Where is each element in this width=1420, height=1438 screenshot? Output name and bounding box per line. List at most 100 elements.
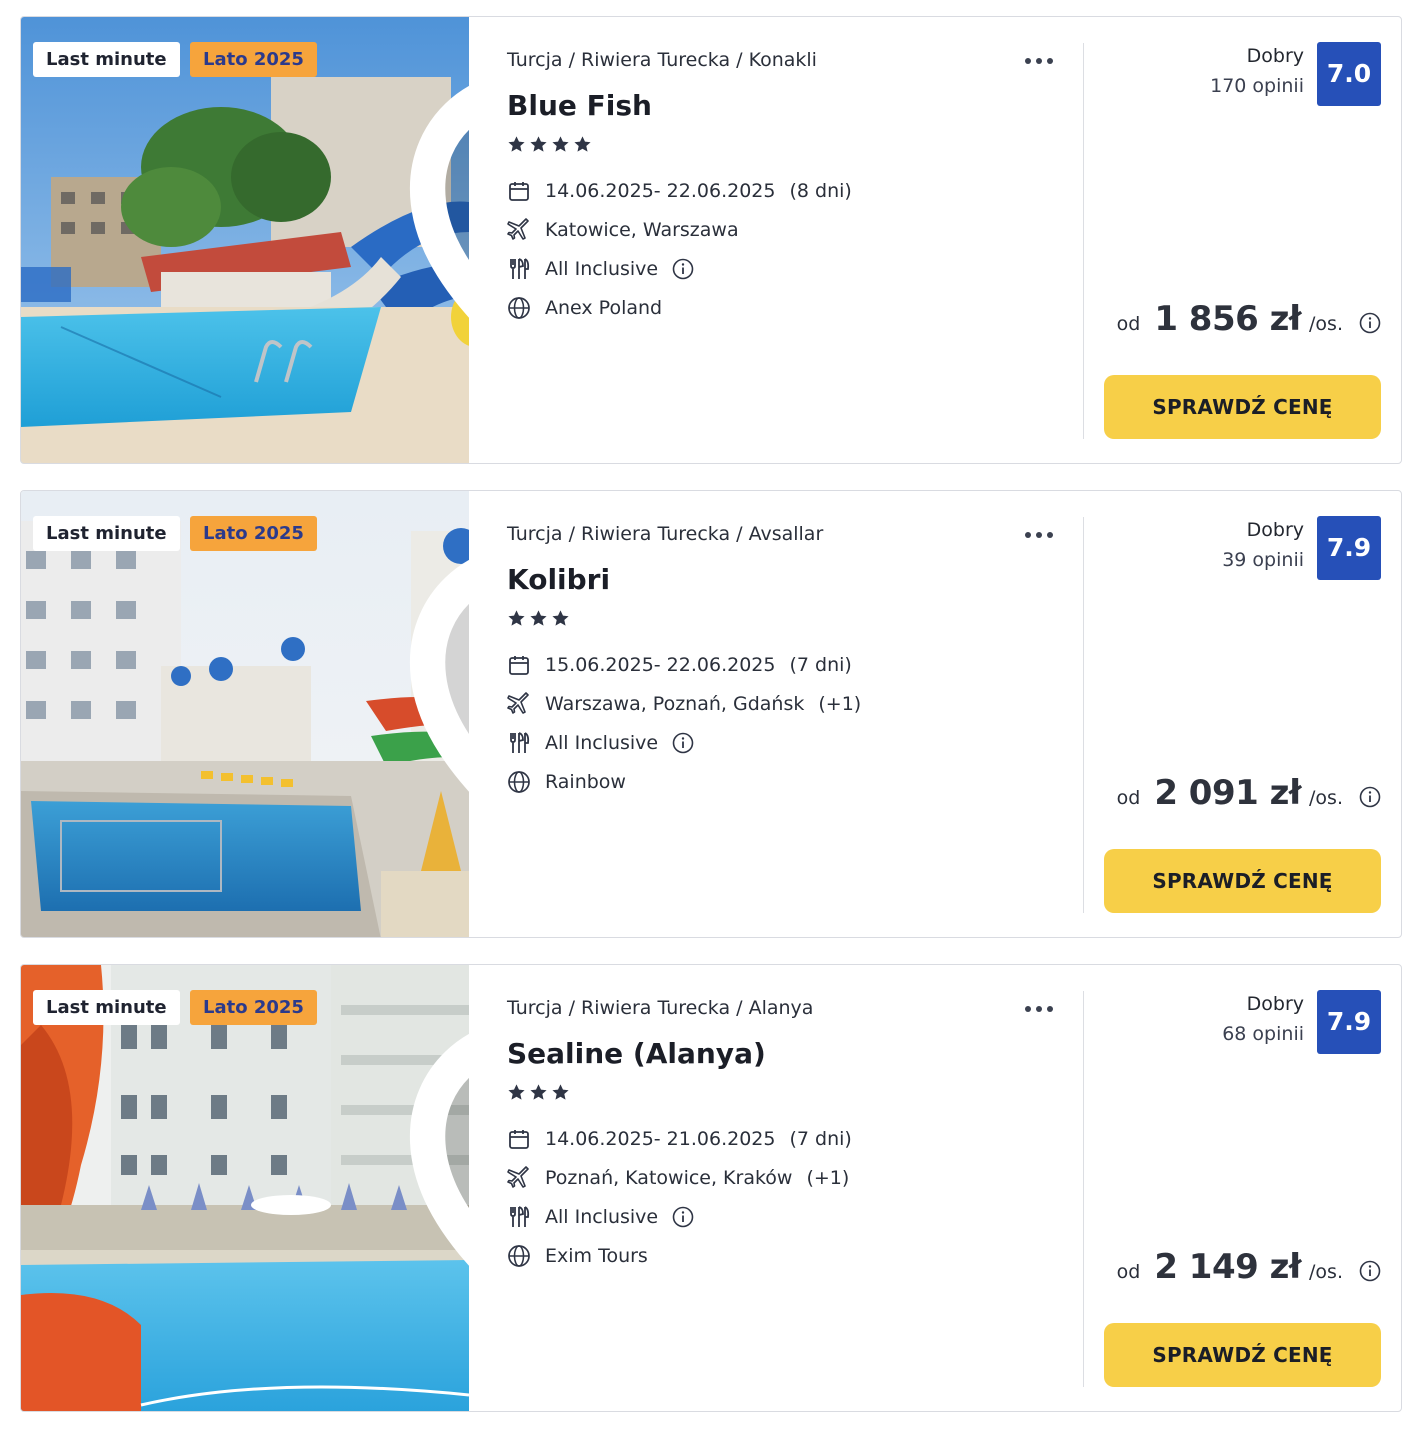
operator-text: Exim Tours bbox=[545, 1245, 648, 1267]
price-amount: 2 091 zł bbox=[1154, 773, 1302, 813]
calendar-icon bbox=[507, 653, 531, 677]
star-icon bbox=[508, 136, 525, 152]
price-prefix: od bbox=[1116, 1261, 1141, 1283]
info-icon[interactable] bbox=[672, 732, 694, 754]
dates-text: 14.06.2025- 21.06.2025 bbox=[545, 1128, 776, 1150]
cutlery-icon bbox=[507, 1205, 531, 1229]
departures-row: Poznań, Katowice, Kraków (+1) bbox=[507, 1166, 849, 1190]
price-amount: 2 149 zł bbox=[1154, 1247, 1302, 1287]
board-row: All Inclusive bbox=[507, 257, 694, 281]
hotel-photo-pool-scene bbox=[21, 491, 469, 937]
score-badge: 7.9 bbox=[1317, 516, 1381, 580]
star-rating bbox=[507, 135, 592, 154]
price-amount: 1 856 zł bbox=[1154, 299, 1302, 339]
star-icon bbox=[508, 610, 525, 626]
star-icon bbox=[552, 1084, 569, 1100]
dates-text: 14.06.2025- 22.06.2025 bbox=[545, 180, 776, 202]
star-rating bbox=[507, 1083, 570, 1102]
more-dots-icon[interactable] bbox=[1021, 51, 1057, 71]
more-dots-icon[interactable] bbox=[1021, 525, 1057, 545]
star-icon bbox=[552, 610, 569, 626]
dates-row: 15.06.2025- 22.06.2025 (7 dni) bbox=[507, 653, 852, 677]
globe-icon bbox=[507, 770, 531, 794]
reviews-count[interactable]: 68 opinii bbox=[1222, 1023, 1304, 1045]
last-minute-badge: Last minute bbox=[33, 516, 180, 551]
reviews-count[interactable]: 39 opinii bbox=[1222, 549, 1304, 571]
hotel-name[interactable]: Sealine (Alanya) bbox=[507, 1037, 766, 1070]
info-icon[interactable] bbox=[1359, 786, 1381, 808]
departures-text: Poznań, Katowice, Kraków bbox=[545, 1167, 793, 1189]
offer-info: Turcja / Riwiera Turecka / Konakli Blue … bbox=[507, 17, 1077, 463]
heart-icon[interactable] bbox=[404, 41, 469, 318]
duration-text: (8 dni) bbox=[789, 180, 852, 202]
departures-extra[interactable]: (+1) bbox=[806, 1167, 849, 1189]
check-price-button[interactable]: SPRAWDŹ CENĘ bbox=[1104, 849, 1381, 913]
score-badge: 7.0 bbox=[1317, 42, 1381, 106]
duration-text: (7 dni) bbox=[789, 654, 852, 676]
divider bbox=[1083, 517, 1084, 913]
rating-label: Dobry bbox=[1246, 993, 1304, 1015]
hotel-photo-pool-scene bbox=[21, 965, 469, 1411]
price-block: od 2 091 zł /os. bbox=[1117, 773, 1381, 813]
score-badge: 7.9 bbox=[1317, 990, 1381, 1054]
departures-extra[interactable]: (+1) bbox=[818, 693, 861, 715]
operator-text: Rainbow bbox=[545, 771, 626, 793]
board-text: All Inclusive bbox=[545, 1206, 659, 1228]
breadcrumb[interactable]: Turcja / Riwiera Turecka / Konakli bbox=[507, 49, 817, 71]
plane-icon bbox=[507, 218, 531, 242]
heart-icon[interactable] bbox=[404, 989, 469, 1266]
offer-list: Last minute Lato 2025 Turcja / Riwiera T… bbox=[20, 16, 1402, 1438]
globe-icon bbox=[507, 296, 531, 320]
breadcrumb[interactable]: Turcja / Riwiera Turecka / Avsallar bbox=[507, 523, 823, 545]
star-icon bbox=[552, 136, 569, 152]
check-price-button[interactable]: SPRAWDŹ CENĘ bbox=[1104, 375, 1381, 439]
divider bbox=[1083, 991, 1084, 1387]
departures-text: Katowice, Warszawa bbox=[545, 219, 739, 241]
info-icon[interactable] bbox=[672, 258, 694, 280]
price-block: od 2 149 zł /os. bbox=[1117, 1247, 1381, 1287]
price-prefix: od bbox=[1116, 313, 1141, 335]
calendar-icon bbox=[507, 179, 531, 203]
departures-text: Warszawa, Poznań, Gdańsk bbox=[545, 693, 805, 715]
hotel-photo[interactable]: Last minute Lato 2025 bbox=[21, 965, 469, 1411]
star-icon bbox=[530, 1084, 547, 1100]
offer-card[interactable]: Last minute Lato 2025 Turcja / Riwiera T… bbox=[20, 16, 1402, 464]
hotel-name[interactable]: Blue Fish bbox=[507, 89, 652, 122]
board-text: All Inclusive bbox=[545, 732, 659, 754]
reviews-count[interactable]: 170 opinii bbox=[1210, 75, 1304, 97]
info-icon[interactable] bbox=[1359, 1260, 1381, 1282]
plane-icon bbox=[507, 692, 531, 716]
offer-card[interactable]: Last minute Lato 2025 Turcja / Riwiera T… bbox=[20, 490, 1402, 938]
star-icon bbox=[508, 1084, 525, 1100]
departures-row: Warszawa, Poznań, Gdańsk (+1) bbox=[507, 692, 861, 716]
offer-info: Turcja / Riwiera Turecka / Alanya Sealin… bbox=[507, 965, 1077, 1411]
breadcrumb[interactable]: Turcja / Riwiera Turecka / Alanya bbox=[507, 997, 813, 1019]
heart-icon[interactable] bbox=[404, 515, 469, 792]
duration-text: (7 dni) bbox=[789, 1128, 852, 1150]
info-icon[interactable] bbox=[1359, 312, 1381, 334]
dates-row: 14.06.2025- 22.06.2025 (8 dni) bbox=[507, 179, 852, 203]
last-minute-badge: Last minute bbox=[33, 990, 180, 1025]
more-dots-icon[interactable] bbox=[1021, 999, 1057, 1019]
check-price-button[interactable]: SPRAWDŹ CENĘ bbox=[1104, 1323, 1381, 1387]
board-text: All Inclusive bbox=[545, 258, 659, 280]
last-minute-badge: Last minute bbox=[33, 42, 180, 77]
globe-icon bbox=[507, 1244, 531, 1268]
offer-info: Turcja / Riwiera Turecka / Avsallar Koli… bbox=[507, 491, 1077, 937]
hotel-photo[interactable]: Last minute Lato 2025 bbox=[21, 491, 469, 937]
hotel-name[interactable]: Kolibri bbox=[507, 563, 610, 596]
dates-text: 15.06.2025- 22.06.2025 bbox=[545, 654, 776, 676]
operator-row: Exim Tours bbox=[507, 1244, 648, 1268]
operator-text: Anex Poland bbox=[545, 297, 663, 319]
star-icon bbox=[530, 136, 547, 152]
hotel-photo[interactable]: Last minute Lato 2025 bbox=[21, 17, 469, 463]
star-rating bbox=[507, 609, 570, 628]
info-icon[interactable] bbox=[672, 1206, 694, 1228]
offer-card[interactable]: Last minute Lato 2025 Turcja / Riwiera T… bbox=[20, 964, 1402, 1412]
operator-row: Rainbow bbox=[507, 770, 626, 794]
rating-label: Dobry bbox=[1246, 519, 1304, 541]
cutlery-icon bbox=[507, 731, 531, 755]
season-badge: Lato 2025 bbox=[190, 990, 317, 1025]
board-row: All Inclusive bbox=[507, 731, 694, 755]
rating-label: Dobry bbox=[1246, 45, 1304, 67]
